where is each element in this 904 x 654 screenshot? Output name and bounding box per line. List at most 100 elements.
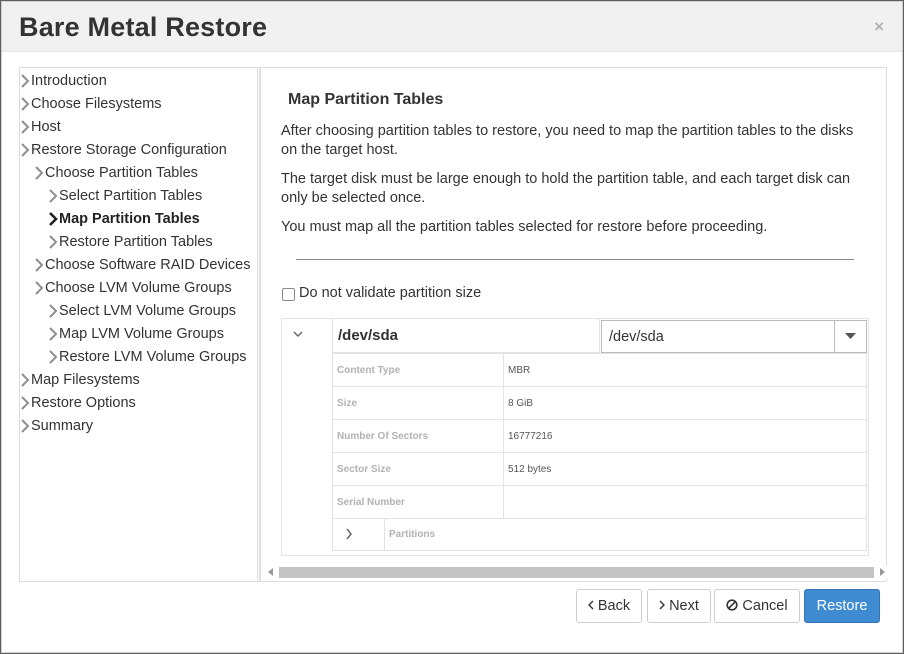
chevron-right-icon	[35, 166, 44, 180]
disk-expander[interactable]	[282, 319, 332, 555]
nav-item-select-partition-tables[interactable]: Select Partition Tables	[20, 186, 257, 209]
step-content: Map Partition Tables After choosing part…	[259, 68, 888, 581]
chevron-right-icon	[21, 74, 30, 88]
nav-item-label: Restore LVM Volume Groups	[59, 349, 247, 365]
nav-item-choose-partition-tables[interactable]: Choose Partition Tables	[20, 163, 257, 186]
partitions-expander[interactable]	[333, 518, 385, 550]
bare-metal-restore-dialog: Bare Metal Restore × Introduction Choose…	[1, 1, 903, 653]
scroll-right-icon[interactable]	[879, 568, 885, 576]
chevron-right-icon	[35, 281, 44, 295]
nav-item-label: Restore Options	[31, 395, 136, 411]
instruction-paragraph: After choosing partition tables to resto…	[281, 123, 854, 158]
dialog-header: Bare Metal Restore ×	[2, 2, 902, 52]
nav-item-label: Map Partition Tables	[59, 211, 200, 227]
property-value: 512 bytes	[503, 452, 867, 486]
property-key: Sector Size	[332, 452, 504, 486]
nav-item-label: Choose Software RAID Devices	[45, 257, 251, 273]
nav-item-summary[interactable]: Summary	[20, 416, 257, 439]
do-not-validate-size-checkbox[interactable]	[282, 288, 295, 301]
nav-item-label: Select Partition Tables	[59, 188, 203, 204]
instruction-paragraph: The target disk must be large enough to …	[281, 171, 851, 206]
divider	[296, 259, 854, 260]
close-icon[interactable]: ×	[874, 18, 884, 35]
cancel-label: Cancel	[742, 598, 788, 614]
table-row: Content Type MBR	[332, 353, 867, 387]
nav-item-map-lvm-volume-groups[interactable]: Map LVM Volume Groups	[20, 324, 257, 347]
chevron-right-icon	[659, 600, 666, 610]
target-disk-value: /dev/sda	[609, 329, 664, 345]
source-disk-cell: /dev/sda	[332, 319, 600, 353]
property-key: Content Type	[332, 353, 504, 387]
chevron-right-icon	[49, 235, 58, 249]
source-disk-name: /dev/sda	[338, 327, 399, 344]
next-button[interactable]: Next	[647, 589, 711, 623]
checkbox-label[interactable]: Do not validate partition size	[299, 285, 481, 301]
chevron-down-icon	[293, 331, 303, 338]
property-value: 8 GiB	[503, 386, 867, 420]
disk-properties-table: Content Type MBR Size 8 GiB Number Of Se…	[332, 353, 867, 519]
property-value: 16777216	[503, 419, 867, 453]
nav-item-label: Introduction	[31, 73, 107, 89]
nav-item-map-filesystems[interactable]: Map Filesystems	[20, 370, 257, 393]
table-row: Sector Size 512 bytes	[332, 452, 867, 486]
nav-item-label: Map LVM Volume Groups	[59, 326, 224, 342]
horizontal-scrollbar[interactable]	[266, 565, 888, 579]
nav-item-restore-storage-configuration[interactable]: Restore Storage Configuration	[20, 140, 257, 163]
caret-down-icon	[845, 333, 856, 339]
back-label: Back	[597, 598, 631, 614]
nav-item-label: Host	[31, 119, 61, 135]
chevron-right-icon	[49, 212, 58, 226]
chevron-left-icon	[587, 600, 594, 610]
chevron-right-icon	[346, 528, 352, 540]
nav-item-label: Choose Partition Tables	[45, 165, 198, 181]
chevron-right-icon	[21, 396, 30, 410]
target-disk-select[interactable]: /dev/sda	[601, 320, 867, 353]
scrollbar-thumb[interactable]	[279, 567, 874, 578]
property-key: Serial Number	[332, 485, 504, 519]
next-label: Next	[669, 598, 699, 614]
nav-item-choose-software-raid-devices[interactable]: Choose Software RAID Devices	[20, 255, 257, 278]
property-value	[503, 485, 867, 519]
dialog-title: Bare Metal Restore	[19, 12, 268, 42]
chevron-right-icon	[49, 327, 58, 341]
nav-item-label: Restore Storage Configuration	[31, 142, 227, 158]
scroll-left-icon[interactable]	[268, 568, 274, 576]
chevron-right-icon	[21, 373, 30, 387]
property-value: MBR	[503, 353, 867, 387]
wizard-body: Introduction Choose Filesystems Host Res…	[19, 67, 888, 582]
chevron-right-icon	[21, 97, 30, 111]
nav-item-restore-lvm-volume-groups[interactable]: Restore LVM Volume Groups	[20, 347, 257, 370]
nav-item-choose-filesystems[interactable]: Choose Filesystems	[20, 94, 257, 117]
nav-item-choose-lvm-volume-groups[interactable]: Choose LVM Volume Groups	[20, 278, 257, 301]
partitions-label: Partitions	[389, 529, 436, 540]
chevron-right-icon	[21, 143, 30, 157]
chevron-right-icon	[49, 189, 58, 203]
chevron-right-icon	[35, 258, 44, 272]
nav-item-map-partition-tables[interactable]: Map Partition Tables	[20, 209, 257, 232]
property-key: Number Of Sectors	[332, 419, 504, 453]
chevron-right-icon	[21, 120, 30, 134]
nav-item-label: Summary	[31, 418, 94, 434]
nav-item-restore-options[interactable]: Restore Options	[20, 393, 257, 416]
nav-item-host[interactable]: Host	[20, 117, 257, 140]
chevron-right-icon	[49, 350, 58, 364]
chevron-right-icon	[49, 304, 58, 318]
nav-item-label: Choose LVM Volume Groups	[45, 280, 232, 296]
chevron-right-icon	[21, 419, 30, 433]
partition-table-mapping-panel: /dev/sda /dev/sda Content Type MBR Size	[281, 318, 869, 556]
nav-item-restore-partition-tables[interactable]: Restore Partition Tables	[20, 232, 257, 255]
nav-item-select-lvm-volume-groups[interactable]: Select LVM Volume Groups	[20, 301, 257, 324]
wizard-steps-nav: Introduction Choose Filesystems Host Res…	[20, 68, 258, 581]
select-dropdown-button[interactable]	[834, 321, 866, 352]
instruction-paragraph: You must map all the partition tables se…	[281, 219, 768, 235]
partitions-row: Partitions	[332, 518, 867, 551]
table-row: Size 8 GiB	[332, 386, 867, 420]
cancel-button[interactable]: Cancel	[714, 589, 800, 623]
nav-item-label: Select LVM Volume Groups	[59, 303, 237, 319]
table-row: Number Of Sectors 16777216	[332, 419, 867, 453]
nav-item-introduction[interactable]: Introduction	[20, 71, 257, 94]
back-button[interactable]: Back	[576, 589, 642, 623]
restore-button[interactable]: Restore	[804, 589, 880, 623]
nav-item-label: Choose Filesystems	[31, 96, 162, 112]
nav-item-label: Restore Partition Tables	[59, 234, 213, 250]
